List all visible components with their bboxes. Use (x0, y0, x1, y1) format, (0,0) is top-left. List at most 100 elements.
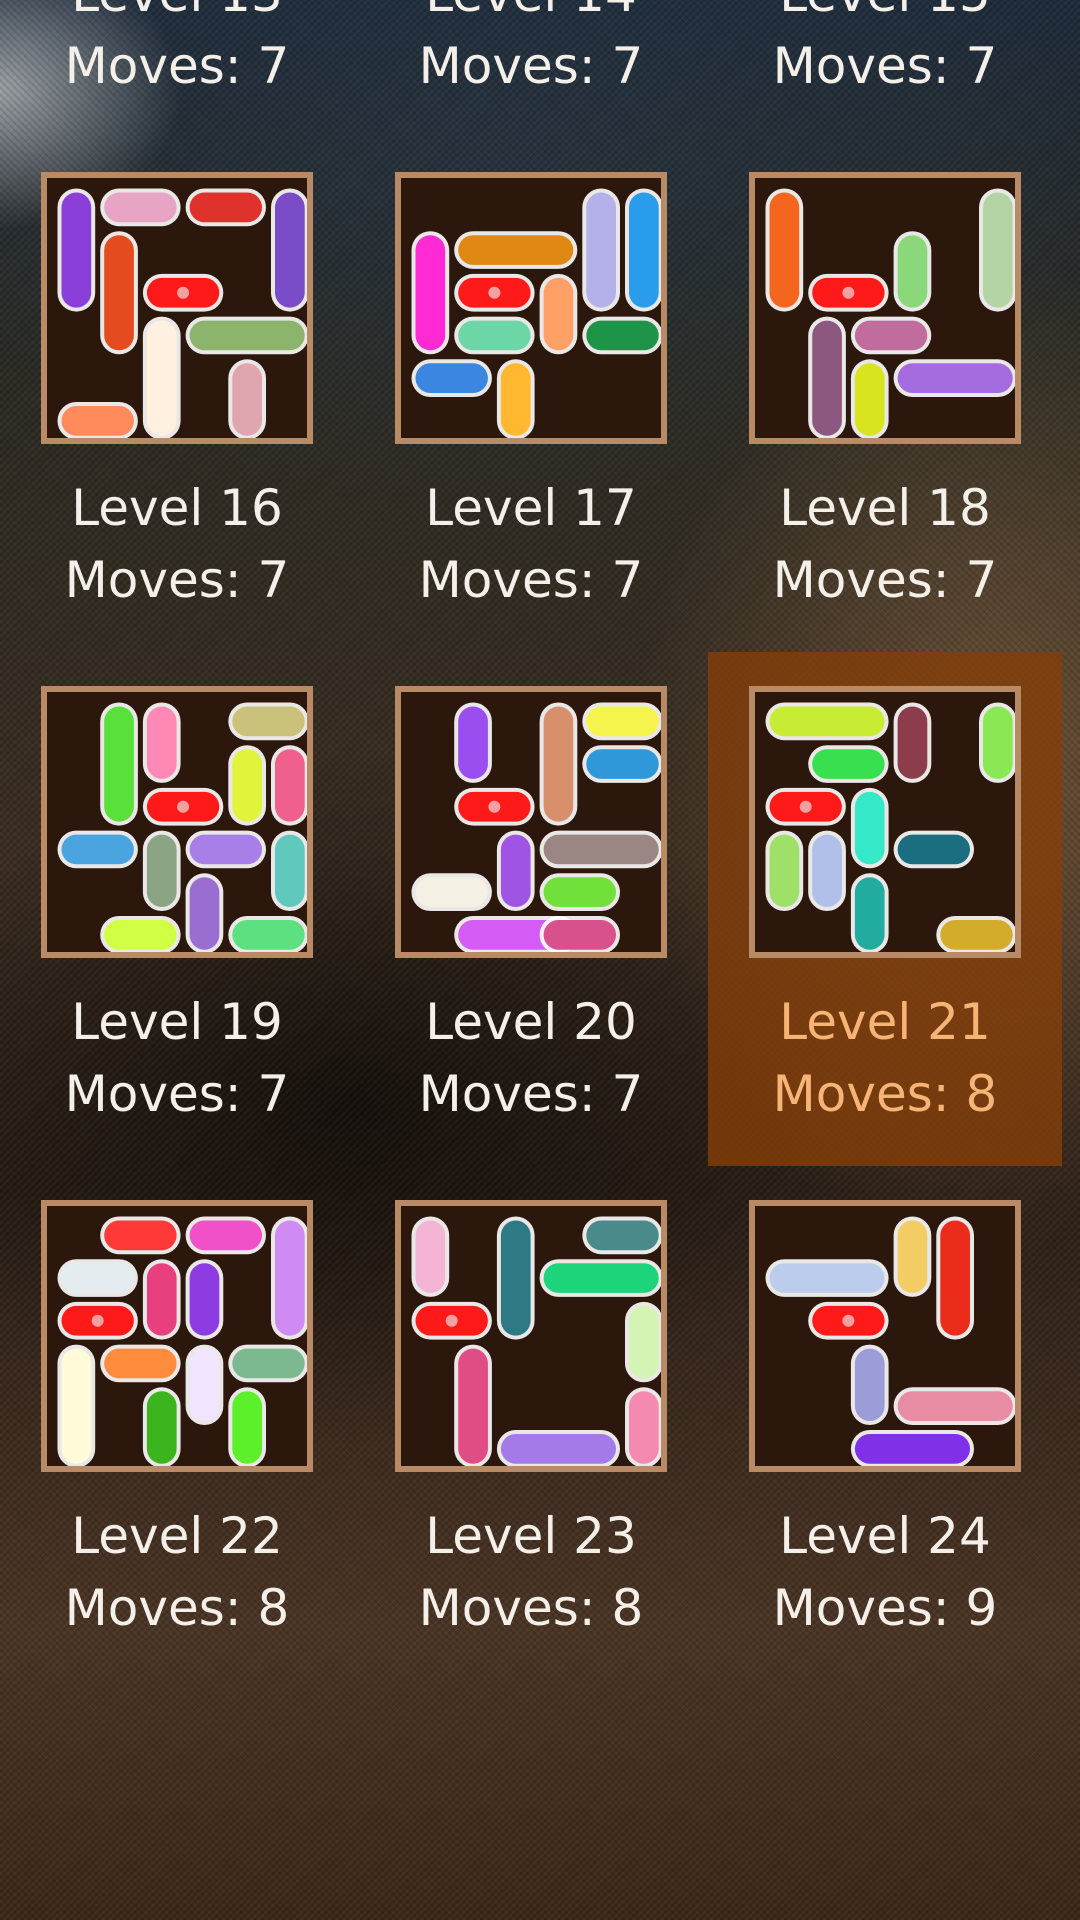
level-card-20[interactable]: Level 20 Moves: 7 (354, 652, 708, 1166)
block-fill (61, 834, 134, 865)
level-card-14[interactable]: Level 14 Moves: 7 (354, 0, 708, 138)
block-fill (897, 706, 928, 779)
block-fill (146, 1391, 177, 1464)
block-fill (275, 1220, 305, 1336)
level-title: Level 19 (71, 993, 283, 1051)
block-fill (586, 749, 659, 779)
level-thumbnail (41, 686, 313, 958)
block-fill (146, 320, 177, 436)
level-thumbnail (395, 686, 667, 958)
level-title: Level 24 (779, 1507, 991, 1565)
level-moves: Moves: 7 (772, 551, 998, 609)
key-dot-icon (799, 800, 812, 813)
level-card-18[interactable]: Level 18 Moves: 7 (708, 138, 1062, 652)
block-fill (104, 192, 177, 223)
block-fill (232, 920, 305, 950)
level-moves: Moves: 8 (772, 1065, 998, 1123)
board-pieces (765, 188, 1015, 438)
level-card-15[interactable]: Level 15 Moves: 7 (708, 0, 1062, 138)
block-fill (812, 320, 842, 436)
level-title: Level 14 (354, 0, 708, 24)
block-fill (275, 834, 305, 907)
level-moves: Moves: 7 (64, 37, 290, 95)
level-title: Level 18 (779, 479, 991, 537)
block-fill (897, 235, 928, 308)
block-fill (983, 706, 1013, 779)
block-fill (61, 1348, 92, 1464)
block-fill (940, 1220, 970, 1336)
level-thumbnail (749, 686, 1021, 958)
level-card-13[interactable]: Level 13 Moves: 7 (0, 0, 354, 138)
block-fill (854, 320, 928, 351)
level-moves: Moves: 7 (418, 37, 644, 95)
block-fill (104, 920, 177, 950)
level-thumbnail (41, 172, 313, 444)
block-fill (458, 1348, 488, 1464)
level-card-23[interactable]: Level 23 Moves: 8 (354, 1166, 708, 1680)
level-moves: Moves: 7 (418, 1065, 644, 1123)
level-title: Level 20 (425, 993, 637, 1051)
level-title: Level 13 (0, 0, 354, 24)
block-fill (983, 192, 1013, 308)
block-fill (104, 235, 134, 351)
level-title: Level 17 (425, 479, 637, 537)
block-fill (458, 320, 531, 351)
level-thumbnail (41, 1200, 313, 1472)
level-thumbnail (749, 1200, 1021, 1472)
block-fill (61, 1263, 134, 1293)
level-card-24[interactable]: Level 24 Moves: 9 (708, 1166, 1062, 1680)
level-moves: Moves: 7 (64, 551, 290, 609)
key-dot-icon (177, 800, 190, 813)
block-fill (146, 834, 177, 907)
block-fill (458, 235, 574, 265)
block-fill (543, 920, 616, 950)
level-title: Level 16 (71, 479, 283, 537)
block-fill (897, 834, 970, 865)
block-fill (61, 192, 92, 308)
block-fill (189, 1348, 220, 1421)
block-fill (104, 706, 134, 822)
block-fill (543, 877, 616, 907)
block-fill (415, 363, 488, 393)
board-pieces (57, 702, 307, 952)
key-dot-icon (488, 286, 501, 299)
level-card-22[interactable]: Level 22 Moves: 8 (0, 1166, 354, 1680)
block-fill (940, 920, 1013, 950)
block-fill (415, 877, 488, 907)
level-moves: Moves: 8 (64, 1579, 290, 1637)
level-card-19[interactable]: Level 19 Moves: 7 (0, 652, 354, 1166)
block-fill (500, 1220, 531, 1336)
key-dot-icon (488, 800, 501, 813)
level-title: Level 21 (779, 993, 991, 1051)
block-fill (586, 192, 616, 308)
level-thumbnail (749, 172, 1021, 444)
block-fill (189, 877, 220, 950)
block-fill (543, 277, 574, 351)
key-dot-icon (842, 1314, 855, 1327)
key-dot-icon (177, 286, 190, 299)
block-fill (189, 834, 262, 865)
block-fill (104, 1348, 177, 1379)
board-pieces (411, 188, 661, 438)
block-fill (769, 1263, 885, 1293)
level-title: Level 15 (708, 0, 1062, 24)
block-fill (189, 1220, 262, 1251)
key-dot-icon (91, 1314, 104, 1327)
key-dot-icon (445, 1314, 458, 1327)
level-grid: Level 13Moves: 7Level 14Moves: 7Level 15… (0, 0, 1080, 1920)
block-fill (232, 1348, 305, 1379)
board-pieces (57, 1216, 307, 1466)
level-moves: Moves: 9 (772, 1579, 998, 1637)
level-card-21[interactable]: Level 21 Moves: 8 (708, 652, 1062, 1166)
block-fill (61, 406, 134, 436)
block-fill (854, 791, 885, 865)
level-moves: Moves: 7 (772, 37, 998, 95)
level-card-17[interactable]: Level 17 Moves: 7 (354, 138, 708, 652)
block-fill (146, 706, 177, 779)
level-thumbnail (395, 1200, 667, 1472)
block-fill (854, 877, 885, 950)
level-title: Level 23 (425, 1507, 637, 1565)
level-card-16[interactable]: Level 16 Moves: 7 (0, 138, 354, 652)
block-fill (232, 1391, 262, 1464)
block-fill (189, 192, 262, 223)
